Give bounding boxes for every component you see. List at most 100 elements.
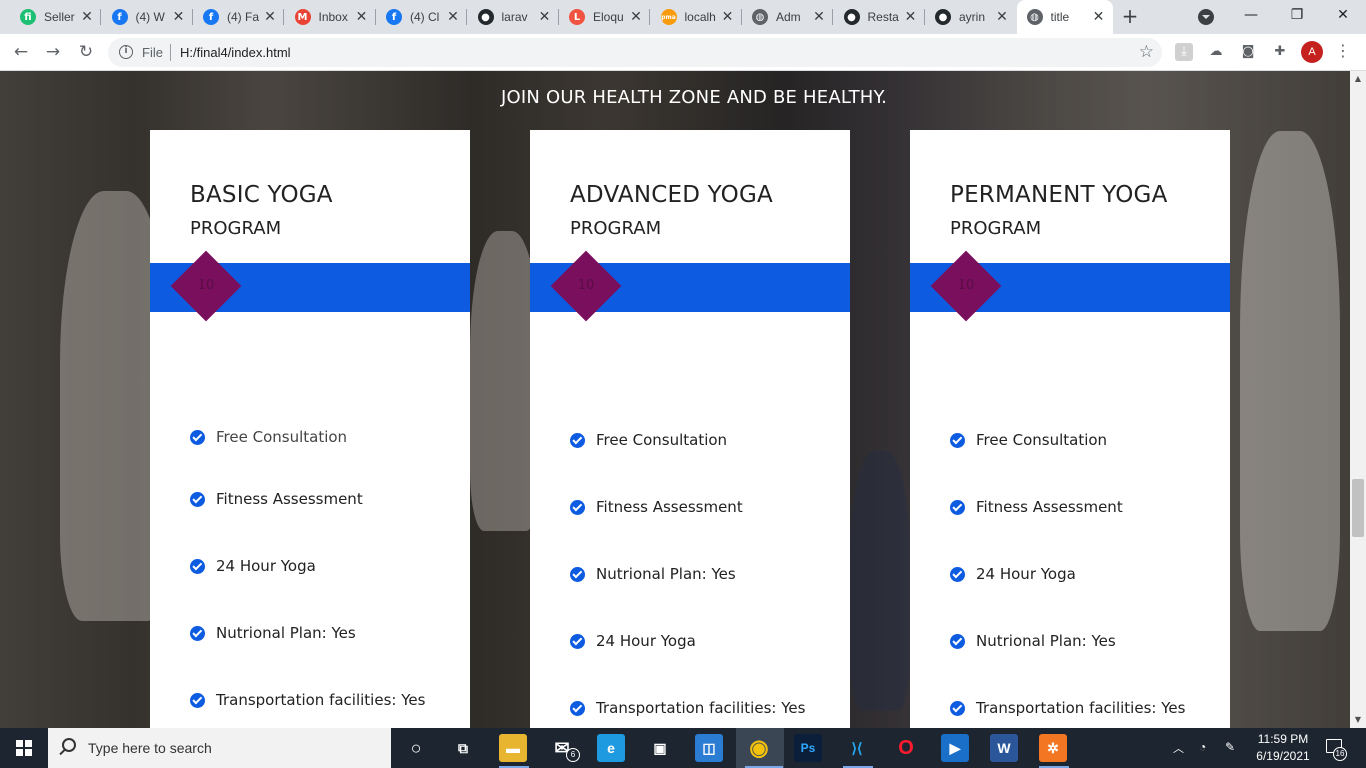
feature-label: Nutrional Plan: Yes (976, 632, 1116, 650)
pdf-extension-icon[interactable]: ⤓ (1175, 43, 1193, 61)
browser-tab[interactable]: fi Seller ✕ (10, 0, 101, 34)
opera-icon[interactable]: O (892, 734, 920, 762)
tray-chevron-icon[interactable]: ︿ (1173, 740, 1184, 756)
browser-tab[interactable]: L Eloqu ✕ (559, 0, 650, 34)
tab-title: (4) Fa (227, 10, 260, 24)
tab-title: Inbox (318, 10, 348, 24)
browser-menu-icon[interactable]: ⋮ (1335, 41, 1351, 61)
close-tab-icon[interactable]: ✕ (445, 9, 461, 25)
card-title: BASIC YOGA (190, 182, 333, 208)
network-icon[interactable]: ◔ (1199, 740, 1206, 754)
scroll-up-arrow-icon[interactable]: ▲ (1350, 71, 1366, 87)
close-tab-icon[interactable]: ✕ (903, 9, 919, 25)
close-tab-icon[interactable]: ✕ (628, 9, 644, 25)
camera-extension-icon[interactable]: ◙ (1239, 43, 1257, 61)
facebook-icon: f (386, 9, 402, 25)
github-icon: ● (935, 9, 951, 25)
tab-title: Eloqu (593, 10, 624, 24)
pricing-card-permanent: PERMANENT YOGA PROGRAM 10 Free Consultat… (910, 130, 1230, 728)
browser-tab[interactable]: f (4) W ✕ (102, 0, 193, 34)
system-clock[interactable]: 11:59 PM 6/19/2021 (1248, 731, 1318, 765)
close-tab-icon[interactable]: ✕ (171, 9, 187, 25)
browser-tab[interactable]: ● ayrin ✕ (925, 0, 1016, 34)
feature-label: Fitness Assessment (216, 490, 363, 508)
page-scrollbar[interactable]: ▲ ▼ (1350, 71, 1366, 728)
close-tab-icon[interactable]: ✕ (994, 9, 1010, 25)
check-circle-icon (190, 625, 205, 641)
feature-label: Nutrional Plan: Yes (216, 624, 356, 642)
file-explorer-icon[interactable]: ▬ (499, 734, 527, 762)
browser-tab[interactable]: pma localh ✕ (651, 0, 742, 34)
pen-icon[interactable]: ✎ (1225, 740, 1235, 754)
scrollbar-thumb[interactable] (1352, 479, 1364, 537)
feature-label: Free Consultation (216, 428, 348, 446)
github-icon: ● (843, 9, 860, 25)
card-subtitle: PROGRAM (570, 218, 662, 239)
chrome-icon[interactable]: ◉ (745, 734, 773, 762)
close-window-button[interactable]: ✕ (1320, 0, 1366, 30)
notification-count: 16 (1333, 747, 1347, 761)
minimize-button[interactable]: — (1228, 0, 1274, 30)
close-tab-icon[interactable]: ✕ (811, 9, 827, 25)
check-circle-icon (570, 566, 585, 582)
word-icon[interactable]: W (990, 734, 1018, 762)
browser-tab[interactable]: f (4) Cl ✕ (376, 0, 467, 34)
clock-time: 11:59 PM (1257, 732, 1309, 746)
browser-tab[interactable]: ● larav ✕ (468, 0, 559, 34)
card-subtitle: PROGRAM (190, 218, 282, 239)
taskbar-search-box[interactable]: Type here to search (48, 728, 391, 768)
sticky-app-icon[interactable]: ◫ (695, 734, 723, 762)
xampp-icon[interactable]: ✲ (1039, 734, 1067, 762)
close-tab-icon[interactable]: ✕ (537, 9, 553, 25)
store-icon[interactable]: ▣ (646, 734, 674, 762)
puzzle-extensions-icon[interactable]: ✚ (1271, 43, 1289, 61)
close-tab-icon[interactable]: ✕ (354, 9, 370, 25)
task-view-icon[interactable]: ⧉ (449, 734, 477, 762)
phpmyadmin-icon: pma (660, 9, 677, 25)
reload-button[interactable]: ↻ (74, 40, 98, 64)
bookmark-star-icon[interactable]: ☆ (1139, 42, 1154, 62)
cortana-icon[interactable]: ○ (402, 734, 430, 762)
back-button[interactable]: ← (9, 40, 33, 64)
background-figure (850, 451, 910, 711)
close-tab-icon[interactable]: ✕ (262, 9, 278, 25)
address-bar[interactable]: i File H:/final4/index.html ☆ (108, 38, 1162, 67)
browser-tab-strip: + — ❐ ✕ fi Seller ✕ f (4) W ✕ f (4) Fa ✕ M Inbox ✕ f… (0, 0, 1366, 34)
feature-label: Transportation facilities: Yes (976, 699, 1186, 717)
card-subtitle: PROGRAM (950, 218, 1042, 239)
tab-title: larav (501, 10, 528, 24)
action-center-button[interactable]: 16 (1322, 736, 1347, 761)
feature-item: Free Consultation (570, 431, 727, 449)
tab-title: localh (684, 10, 716, 24)
forward-button[interactable]: → (41, 40, 65, 64)
price-value: 10 (197, 278, 215, 293)
tab-title: Resta (867, 10, 899, 24)
profile-avatar[interactable]: A (1301, 41, 1323, 63)
edge-icon[interactable]: e (597, 734, 625, 762)
browser-tab[interactable]: ◍ title ✕ (1016, 0, 1113, 34)
feature-label: Free Consultation (596, 431, 728, 449)
globe-icon: ◍ (1026, 9, 1043, 25)
check-circle-icon (950, 432, 965, 448)
tab-search-button[interactable] (1198, 9, 1214, 25)
cloud-extension-icon[interactable]: ☁ (1207, 43, 1225, 61)
media-player-icon[interactable]: ▶ (941, 734, 969, 762)
start-button[interactable] (0, 728, 48, 768)
browser-tab[interactable]: f (4) Fa ✕ (193, 0, 284, 34)
browser-tab[interactable]: ● Resta ✕ (834, 0, 925, 34)
maximize-button[interactable]: ❐ (1274, 0, 1320, 30)
pricing-card-advanced: ADVANCED YOGA PROGRAM 10 Free Consultati… (530, 130, 850, 728)
new-tab-button[interactable]: + (1118, 5, 1142, 29)
photoshop-icon[interactable]: Ps (794, 734, 822, 762)
close-tab-icon[interactable]: ✕ (79, 9, 95, 25)
vscode-icon[interactable]: ⟩⟨ (843, 734, 871, 762)
browser-tab[interactable]: M Inbox ✕ (285, 0, 376, 34)
close-tab-icon[interactable]: ✕ (1091, 9, 1107, 25)
browser-tab[interactable]: ◍ Adm ✕ (742, 0, 833, 34)
close-tab-icon[interactable]: ✕ (720, 9, 736, 25)
url-text[interactable]: H:/final4/index.html (180, 45, 291, 60)
scroll-down-arrow-icon[interactable]: ▼ (1350, 712, 1366, 728)
feature-item: Fitness Assessment (950, 498, 1123, 516)
site-info-icon[interactable]: i (119, 45, 133, 59)
check-circle-icon (950, 499, 965, 515)
